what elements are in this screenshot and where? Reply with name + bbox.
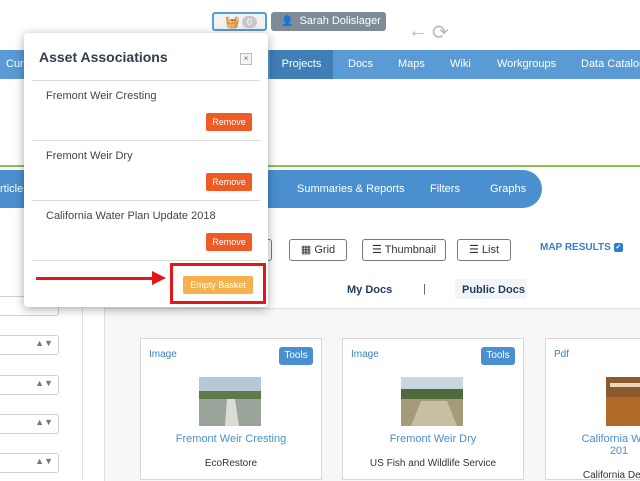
basket-count-badge: 0 — [242, 16, 257, 28]
remove-button[interactable]: Remove — [206, 113, 252, 131]
user-menu-button[interactable]: 👤 Sarah Dolislager — [271, 12, 386, 31]
doc-title[interactable]: Fremont Weir Cresting — [141, 433, 321, 445]
basket-icon: 🧺 — [225, 15, 240, 29]
nav-item-wiki[interactable]: Wiki — [450, 50, 471, 79]
nav-item-data-catalog[interactable]: Data Catalog — [581, 50, 640, 79]
asset-item-name: California Water Plan Update 2018 — [46, 210, 216, 222]
doc-type-label: Image — [351, 349, 379, 360]
list-icon: ☰ — [468, 244, 479, 256]
filter-select-2[interactable]: ▲▼ — [0, 335, 59, 355]
user-icon: 👤 — [281, 16, 294, 27]
annotation-highlight-box — [170, 263, 266, 304]
map-results-toggle[interactable]: MAP RESULTS ✓ — [540, 242, 623, 253]
grid-icon: ▦ — [300, 244, 312, 256]
updown-icon: ▲▼ — [35, 417, 53, 427]
tab-my-docs[interactable]: My Docs — [347, 284, 392, 296]
doc-org: California Depar — [582, 470, 640, 481]
tools-button[interactable]: Tools — [481, 347, 515, 365]
thumbnail-image-water-plan[interactable] — [606, 377, 640, 426]
divider — [32, 140, 260, 141]
updown-icon: ▲▼ — [35, 378, 53, 388]
thumbnail-view-button[interactable]: ☰ Thumbnail — [362, 239, 446, 261]
thumbnail-image-weir-cresting[interactable] — [199, 377, 261, 426]
sub-nav-item-summaries[interactable]: Summaries & Reports — [297, 170, 405, 208]
annotation-arrow-head-icon — [152, 271, 166, 285]
tab-public-docs[interactable]: Public Docs — [462, 284, 525, 296]
tools-button[interactable]: Tools — [279, 347, 313, 365]
sub-nav-item-graphs[interactable]: Graphs — [490, 170, 526, 208]
sub-nav-item-article[interactable]: rticle — [0, 170, 23, 208]
nav-item-workgroups[interactable]: Workgroups — [497, 50, 556, 79]
asset-item-name: Fremont Weir Cresting — [46, 90, 157, 102]
tab-separator: | — [423, 283, 426, 295]
basket-button[interactable]: 🧺 0 — [212, 12, 267, 31]
filter-select-4[interactable]: ▲▼ — [0, 414, 59, 434]
grid-view-button[interactable]: ▦ Grid — [289, 239, 347, 261]
reload-icon[interactable]: ⟳ — [432, 20, 449, 45]
doc-card[interactable]: Image Tools Fremont Weir Dry US Fish and… — [342, 338, 524, 480]
remove-button[interactable]: Remove — [206, 173, 252, 191]
updown-icon: ▲▼ — [35, 338, 53, 348]
nav-item-maps[interactable]: Maps — [398, 50, 425, 79]
doc-type-label: Pdf — [554, 349, 570, 360]
annotation-arrow-shaft — [36, 277, 154, 280]
user-name: Sarah Dolislager — [299, 15, 381, 27]
checkbox-checked-icon[interactable]: ✓ — [613, 242, 623, 252]
divider — [32, 80, 260, 81]
close-icon[interactable]: × — [240, 53, 252, 65]
remove-button[interactable]: Remove — [206, 233, 252, 251]
list-view-button[interactable]: ☰ List — [457, 239, 511, 261]
nav-item-docs[interactable]: Docs — [348, 50, 373, 79]
thumbnail-image-weir-dry[interactable] — [401, 377, 463, 426]
divider — [32, 260, 260, 261]
filter-select-5[interactable]: ▲▼ — [0, 453, 59, 473]
doc-type-label: Image — [149, 349, 177, 360]
back-arrow-icon[interactable]: ← — [408, 20, 428, 43]
popup-title: Asset Associations — [39, 49, 168, 65]
doc-org: EcoRestore — [204, 458, 258, 469]
doc-org: US Fish and Wildlife Service — [369, 458, 497, 469]
doc-card[interactable]: Image Tools Fremont Weir Cresting EcoRes… — [140, 338, 322, 480]
filter-select-3[interactable]: ▲▼ — [0, 375, 59, 395]
doc-title[interactable]: California Wate 201 — [564, 433, 640, 457]
updown-icon: ▲▼ — [35, 456, 53, 466]
sub-nav-item-filters[interactable]: Filters — [430, 170, 460, 208]
asset-item-name: Fremont Weir Dry — [46, 150, 133, 162]
nav-item-projects[interactable]: Projects — [270, 50, 333, 79]
doc-card[interactable]: Pdf California Wate 201 California Depar — [545, 338, 640, 481]
doc-title[interactable]: Fremont Weir Dry — [343, 433, 523, 445]
thumbnail-list-icon: ☰ — [371, 244, 382, 256]
divider — [32, 200, 260, 201]
